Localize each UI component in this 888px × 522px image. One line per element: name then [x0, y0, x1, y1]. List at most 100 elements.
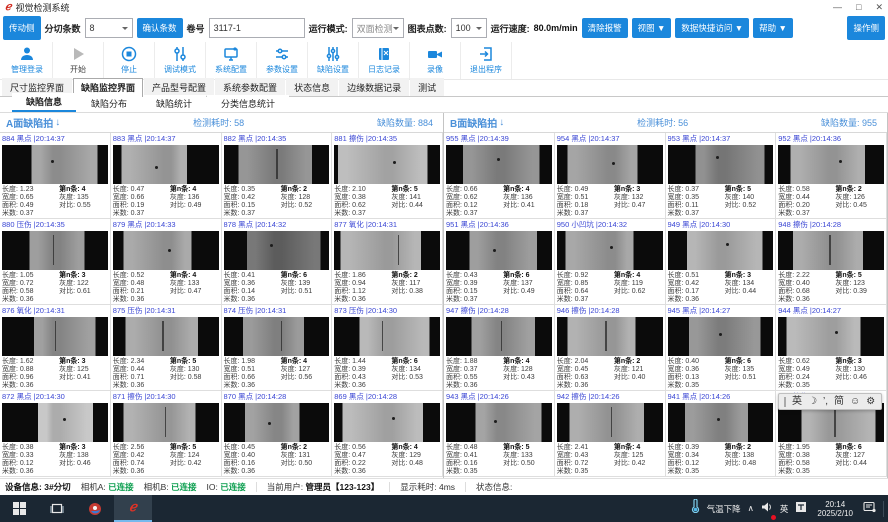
- defect-image[interactable]: [2, 231, 108, 270]
- defect-image[interactable]: [668, 231, 774, 270]
- ime-drag-handle[interactable]: [784, 397, 786, 407]
- defect-cell[interactable]: 951 黑点 |20:14:36 长度: 0.43 宽度: 0.39 面积: 0…: [444, 219, 555, 305]
- notification-center-icon[interactable]: [863, 500, 876, 518]
- tab-test[interactable]: 测试: [410, 78, 444, 96]
- defect-settings-button[interactable]: 缺陷设置: [308, 42, 359, 79]
- defect-cell[interactable]: 942 擦伤 |20:14:26 长度: 2.41 宽度: 0.43 面积: 0…: [555, 391, 666, 477]
- defect-image[interactable]: [557, 317, 663, 356]
- defect-cell[interactable]: 882 黑点 |20:14:35 长度: 0.35 宽度: 0.42 面积: 0…: [222, 133, 333, 219]
- defect-image[interactable]: [446, 403, 552, 442]
- ime-simplified-toggle[interactable]: 简: [834, 394, 844, 409]
- subtab-defect-distribution[interactable]: 缺陷分布: [77, 95, 141, 112]
- ime-emoji-icon[interactable]: ☺: [850, 394, 860, 409]
- subtab-defect-info[interactable]: 缺陷信息: [12, 93, 76, 112]
- tab-edge-data-record[interactable]: 边缘数据记录: [339, 78, 409, 96]
- defect-cell[interactable]: 872 黑点 |20:14:30 长度: 0.38 宽度: 0.33 面积: 0…: [0, 391, 111, 477]
- defect-cell[interactable]: 950 小凹坑 |20:14:32 长度: 0.92 宽度: 0.85 面积: …: [555, 219, 666, 305]
- defect-image[interactable]: [557, 145, 663, 184]
- log-record-button[interactable]: 日志记录: [359, 42, 410, 79]
- defect-cell[interactable]: 943 黑点 |20:14:26 长度: 0.48 宽度: 0.41 面积: 0…: [444, 391, 555, 477]
- defect-image[interactable]: [668, 317, 774, 356]
- ime-tray-icon[interactable]: [795, 500, 807, 518]
- tab-system-param-config[interactable]: 系统参数配置: [215, 78, 285, 96]
- input-language-indicator[interactable]: 英: [780, 503, 789, 515]
- stop-button[interactable]: 停止: [104, 42, 155, 79]
- defect-cell[interactable]: 944 黑点 |20:14:27 长度: 0.62 宽度: 0.49 面积: 0…: [776, 305, 887, 391]
- view-menu-button[interactable]: 视图 ▼: [632, 18, 672, 38]
- defect-cell[interactable]: 949 黑点 |20:14:30 长度: 0.51 宽度: 0.42 面积: 0…: [666, 219, 777, 305]
- defect-cell[interactable]: 880 压伤 |20:14:35 长度: 1.05 宽度: 0.72 面积: 0…: [0, 219, 111, 305]
- defect-image[interactable]: [113, 317, 219, 356]
- defect-cell[interactable]: 869 黑点 |20:14:28 长度: 0.56 宽度: 0.47 面积: 0…: [332, 391, 443, 477]
- defect-cell[interactable]: 947 擦伤 |20:14:28 长度: 1.88 宽度: 0.37 面积: 0…: [444, 305, 555, 391]
- defect-image[interactable]: [557, 403, 663, 442]
- defect-cell[interactable]: 955 黑点 |20:14:39 长度: 0.66 宽度: 0.62 面积: 0…: [444, 133, 555, 219]
- defect-image[interactable]: [334, 231, 440, 270]
- defect-cell[interactable]: 876 氧化 |20:14:31 长度: 1.62 宽度: 0.88 面积: 0…: [0, 305, 111, 391]
- defect-cell[interactable]: 878 黑点 |20:14:32 长度: 0.41 宽度: 0.36 面积: 0…: [222, 219, 333, 305]
- volume-icon[interactable]: [761, 500, 773, 518]
- defect-cell[interactable]: 948 擦伤 |20:14:28 长度: 2.22 宽度: 0.40 面积: 0…: [776, 219, 887, 305]
- defect-image[interactable]: [334, 145, 440, 184]
- defect-image[interactable]: [446, 145, 552, 184]
- defect-image[interactable]: [446, 317, 552, 356]
- clear-alarm-button[interactable]: 清除报警: [582, 18, 628, 38]
- defect-image[interactable]: [668, 403, 774, 442]
- defect-cell[interactable]: 954 黑点 |20:14:37 长度: 0.49 宽度: 0.51 面积: 0…: [555, 133, 666, 219]
- weather-status-text[interactable]: 气温下降: [707, 503, 741, 515]
- help-menu-button[interactable]: 帮助 ▼: [753, 18, 793, 38]
- defect-image[interactable]: [2, 145, 108, 184]
- defect-image[interactable]: [778, 317, 884, 356]
- defect-cell[interactable]: 871 擦伤 |20:14:30 长度: 2.56 宽度: 0.42 面积: 0…: [111, 391, 222, 477]
- drive-side-button[interactable]: 传动侧: [3, 16, 41, 40]
- roll-number-input[interactable]: 3117-1: [209, 18, 305, 38]
- task-view-button[interactable]: [38, 495, 76, 522]
- confirm-count-button[interactable]: 确认条数: [137, 18, 183, 38]
- defect-cell[interactable]: 875 压伤 |20:14:31 长度: 2.34 宽度: 0.44 面积: 0…: [111, 305, 222, 391]
- defect-image[interactable]: [557, 231, 663, 270]
- sort-arrow-icon[interactable]: ↓: [55, 117, 60, 128]
- defect-image[interactable]: [778, 145, 884, 184]
- ime-language-toggle[interactable]: 英: [792, 394, 802, 409]
- defect-image[interactable]: [113, 145, 219, 184]
- chart-points-select[interactable]: 100: [451, 18, 487, 38]
- start-button[interactable]: 开始: [53, 42, 104, 79]
- operator-side-button[interactable]: 操作侧: [847, 16, 885, 40]
- subtab-class-info-stats[interactable]: 分类信息统计: [207, 95, 289, 112]
- defect-cell[interactable]: 877 氧化 |20:14:31 长度: 1.86 宽度: 0.94 面积: 1…: [332, 219, 443, 305]
- run-mode-select[interactable]: 双面检测: [352, 18, 404, 38]
- defect-cell[interactable]: 874 压伤 |20:14:31 长度: 1.98 宽度: 0.51 面积: 0…: [222, 305, 333, 391]
- ime-punctuation-toggle[interactable]: ’,: [823, 394, 828, 409]
- start-button[interactable]: [0, 495, 38, 522]
- defect-cell[interactable]: 870 黑点 |20:14:28 长度: 0.45 宽度: 0.40 面积: 0…: [222, 391, 333, 477]
- defect-image[interactable]: [224, 231, 330, 270]
- defect-cell[interactable]: 941 黑点 |20:14:26 长度: 0.39 宽度: 0.34 面积: 0…: [666, 391, 777, 477]
- data-quick-access-button[interactable]: 数据快捷访问 ▼: [675, 18, 749, 38]
- defect-image[interactable]: [224, 145, 330, 184]
- system-config-button[interactable]: 系统配置: [206, 42, 257, 79]
- ime-halfwidth-icon[interactable]: ☽: [808, 394, 817, 409]
- defect-image[interactable]: [2, 403, 108, 442]
- exit-program-button[interactable]: 退出程序: [461, 42, 512, 79]
- defect-image[interactable]: [446, 231, 552, 270]
- defect-image[interactable]: [224, 403, 330, 442]
- defect-cell[interactable]: 881 擦伤 |20:14:35 长度: 2.10 宽度: 0.38 面积: 0…: [332, 133, 443, 219]
- defect-image[interactable]: [668, 145, 774, 184]
- debug-mode-button[interactable]: 调试模式: [155, 42, 206, 79]
- defect-cell[interactable]: 945 黑点 |20:14:27 长度: 0.40 宽度: 0.36 面积: 0…: [666, 305, 777, 391]
- defect-cell[interactable]: 879 黑点 |20:14:33 长度: 0.52 宽度: 0.48 面积: 0…: [111, 219, 222, 305]
- taskbar-app-inspection-system[interactable]: ℯ: [114, 495, 152, 522]
- tray-chevron-icon[interactable]: ∧: [748, 503, 754, 514]
- record-video-button[interactable]: 录像: [410, 42, 461, 79]
- admin-login-button[interactable]: 管理登录: [2, 42, 53, 79]
- param-settings-button[interactable]: 参数设置: [257, 42, 308, 79]
- defect-cell[interactable]: 953 黑点 |20:14:37 长度: 0.37 宽度: 0.35 面积: 0…: [666, 133, 777, 219]
- clock[interactable]: 20:14 2025/2/10: [814, 500, 856, 518]
- thermometer-icon[interactable]: [691, 499, 700, 518]
- close-button[interactable]: ✕: [875, 2, 883, 13]
- sort-arrow-icon[interactable]: ↓: [499, 117, 504, 128]
- subtab-defect-stats[interactable]: 缺陷统计: [142, 95, 206, 112]
- defect-cell[interactable]: 952 黑点 |20:14:36 长度: 0.58 宽度: 0.44 面积: 0…: [776, 133, 887, 219]
- minimize-button[interactable]: —: [833, 2, 842, 13]
- defect-image[interactable]: [334, 403, 440, 442]
